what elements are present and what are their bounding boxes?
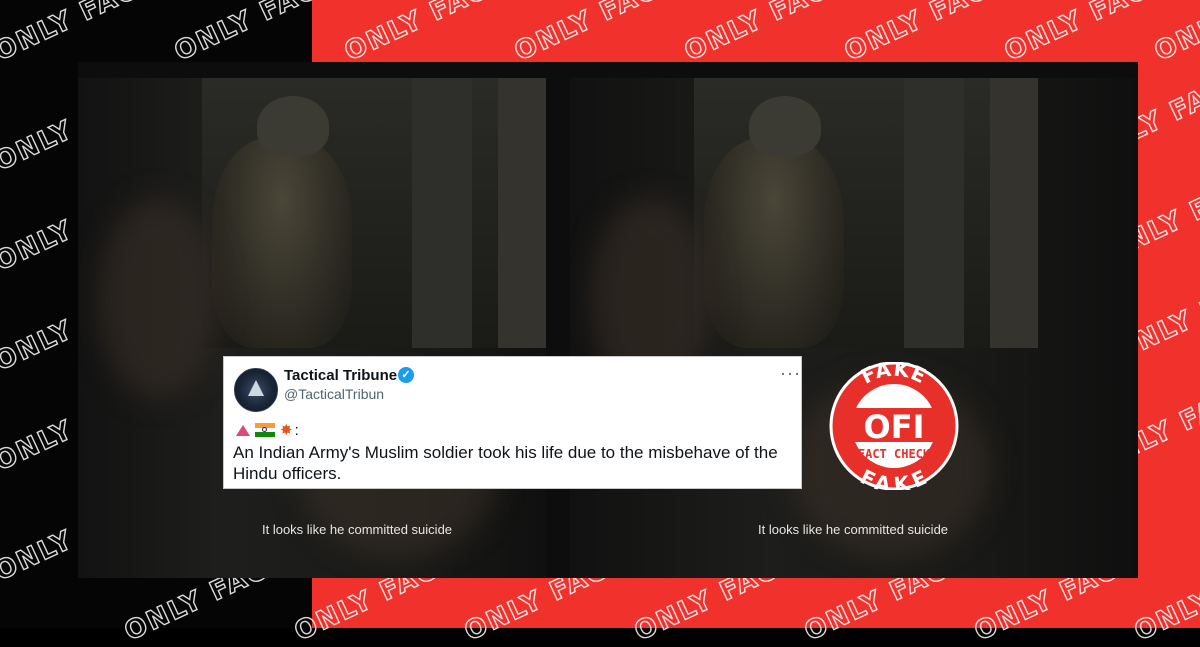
badge-logo-text: OFI [864, 408, 925, 446]
fake-fact-check-badge: FAKE FAKE OFI FACT CHECK [829, 362, 959, 490]
tweet-text: An Indian Army's Muslim soldier took his… [233, 443, 778, 483]
video-subtitle: It looks like he committed suicide [262, 522, 453, 537]
india-flag-icon [255, 423, 275, 438]
collision-icon: ✸ [280, 422, 293, 439]
badge-middle-text: FACT CHECK [858, 447, 931, 461]
more-options-icon: ··· [780, 363, 801, 383]
video-screenshot: It looks like he committed suicide It lo… [78, 62, 1138, 578]
video-subtitle: It looks like he committed suicide [758, 522, 949, 537]
avatar-logo-icon [248, 380, 264, 396]
tweet-author-name: Tactical Tribune [284, 367, 398, 384]
tweet-author-handle: @TacticalTribun [284, 386, 385, 402]
emoji-suffix: : [294, 421, 299, 439]
red-triangle-icon [236, 424, 250, 436]
video-scene [202, 78, 546, 348]
avatar [234, 368, 278, 412]
tweet-card: Tactical Tribune ✓ @TacticalTribun ··· ✸… [223, 356, 802, 489]
video-panel-right: It looks like he committed suicide [570, 78, 1138, 578]
tweet-emoji-line: ✸ : [236, 421, 299, 439]
video-scene [694, 78, 1038, 348]
video-panel-left: It looks like he committed suicide [78, 78, 546, 578]
verified-badge-icon: ✓ [398, 367, 414, 383]
